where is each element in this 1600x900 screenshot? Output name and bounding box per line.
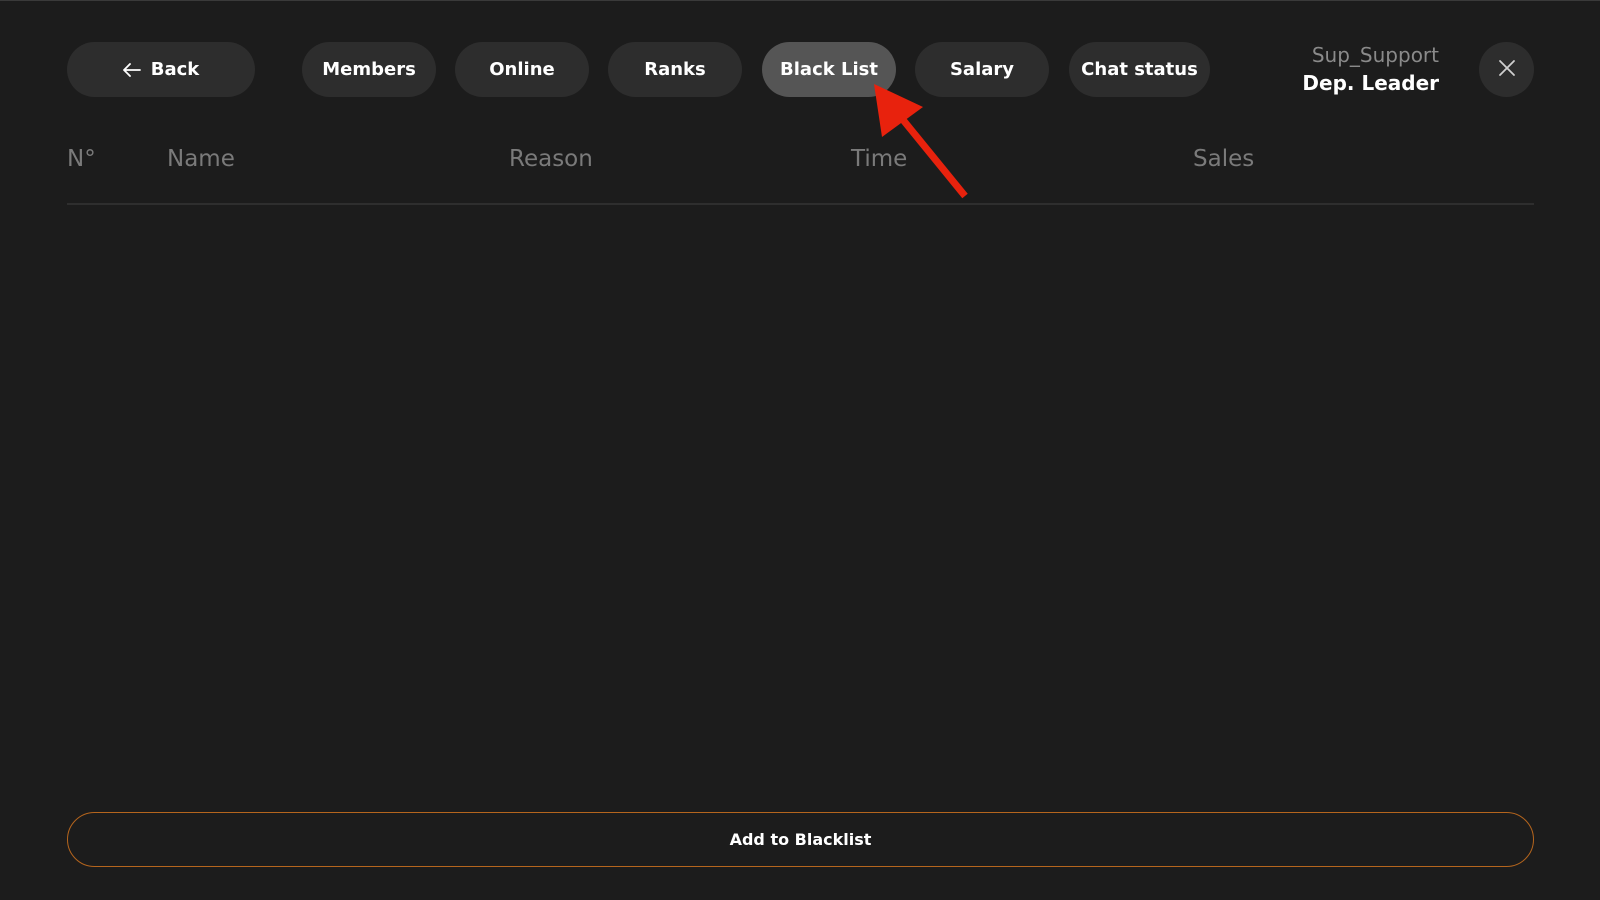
add-to-blacklist-button[interactable]: Add to Blacklist [67,812,1534,867]
close-button[interactable] [1479,42,1534,97]
column-header-time: Time [851,146,908,172]
arrow-left-icon [122,58,141,82]
user-name: Sup_Support [1311,43,1439,67]
tab-chat-status[interactable]: Chat status [1069,42,1210,97]
back-label: Back [150,59,200,80]
top-border [0,0,1600,1]
table-header-divider [67,203,1534,205]
column-header-reason: Reason [509,146,593,172]
user-info: Sup_Support Dep. Leader [1302,42,1439,97]
column-header-sales: Sales [1193,146,1255,172]
column-header-number: N° [67,146,96,172]
tab-members[interactable]: Members [302,42,436,97]
tab-salary[interactable]: Salary [915,42,1049,97]
tab-online[interactable]: Online [455,42,589,97]
tab-ranks[interactable]: Ranks [608,42,742,97]
column-header-name: Name [167,146,235,172]
back-button[interactable]: Back [67,42,255,97]
user-rank: Dep. Leader [1302,71,1439,95]
close-icon [1498,59,1516,81]
tab-black-list[interactable]: Black List [762,42,896,97]
